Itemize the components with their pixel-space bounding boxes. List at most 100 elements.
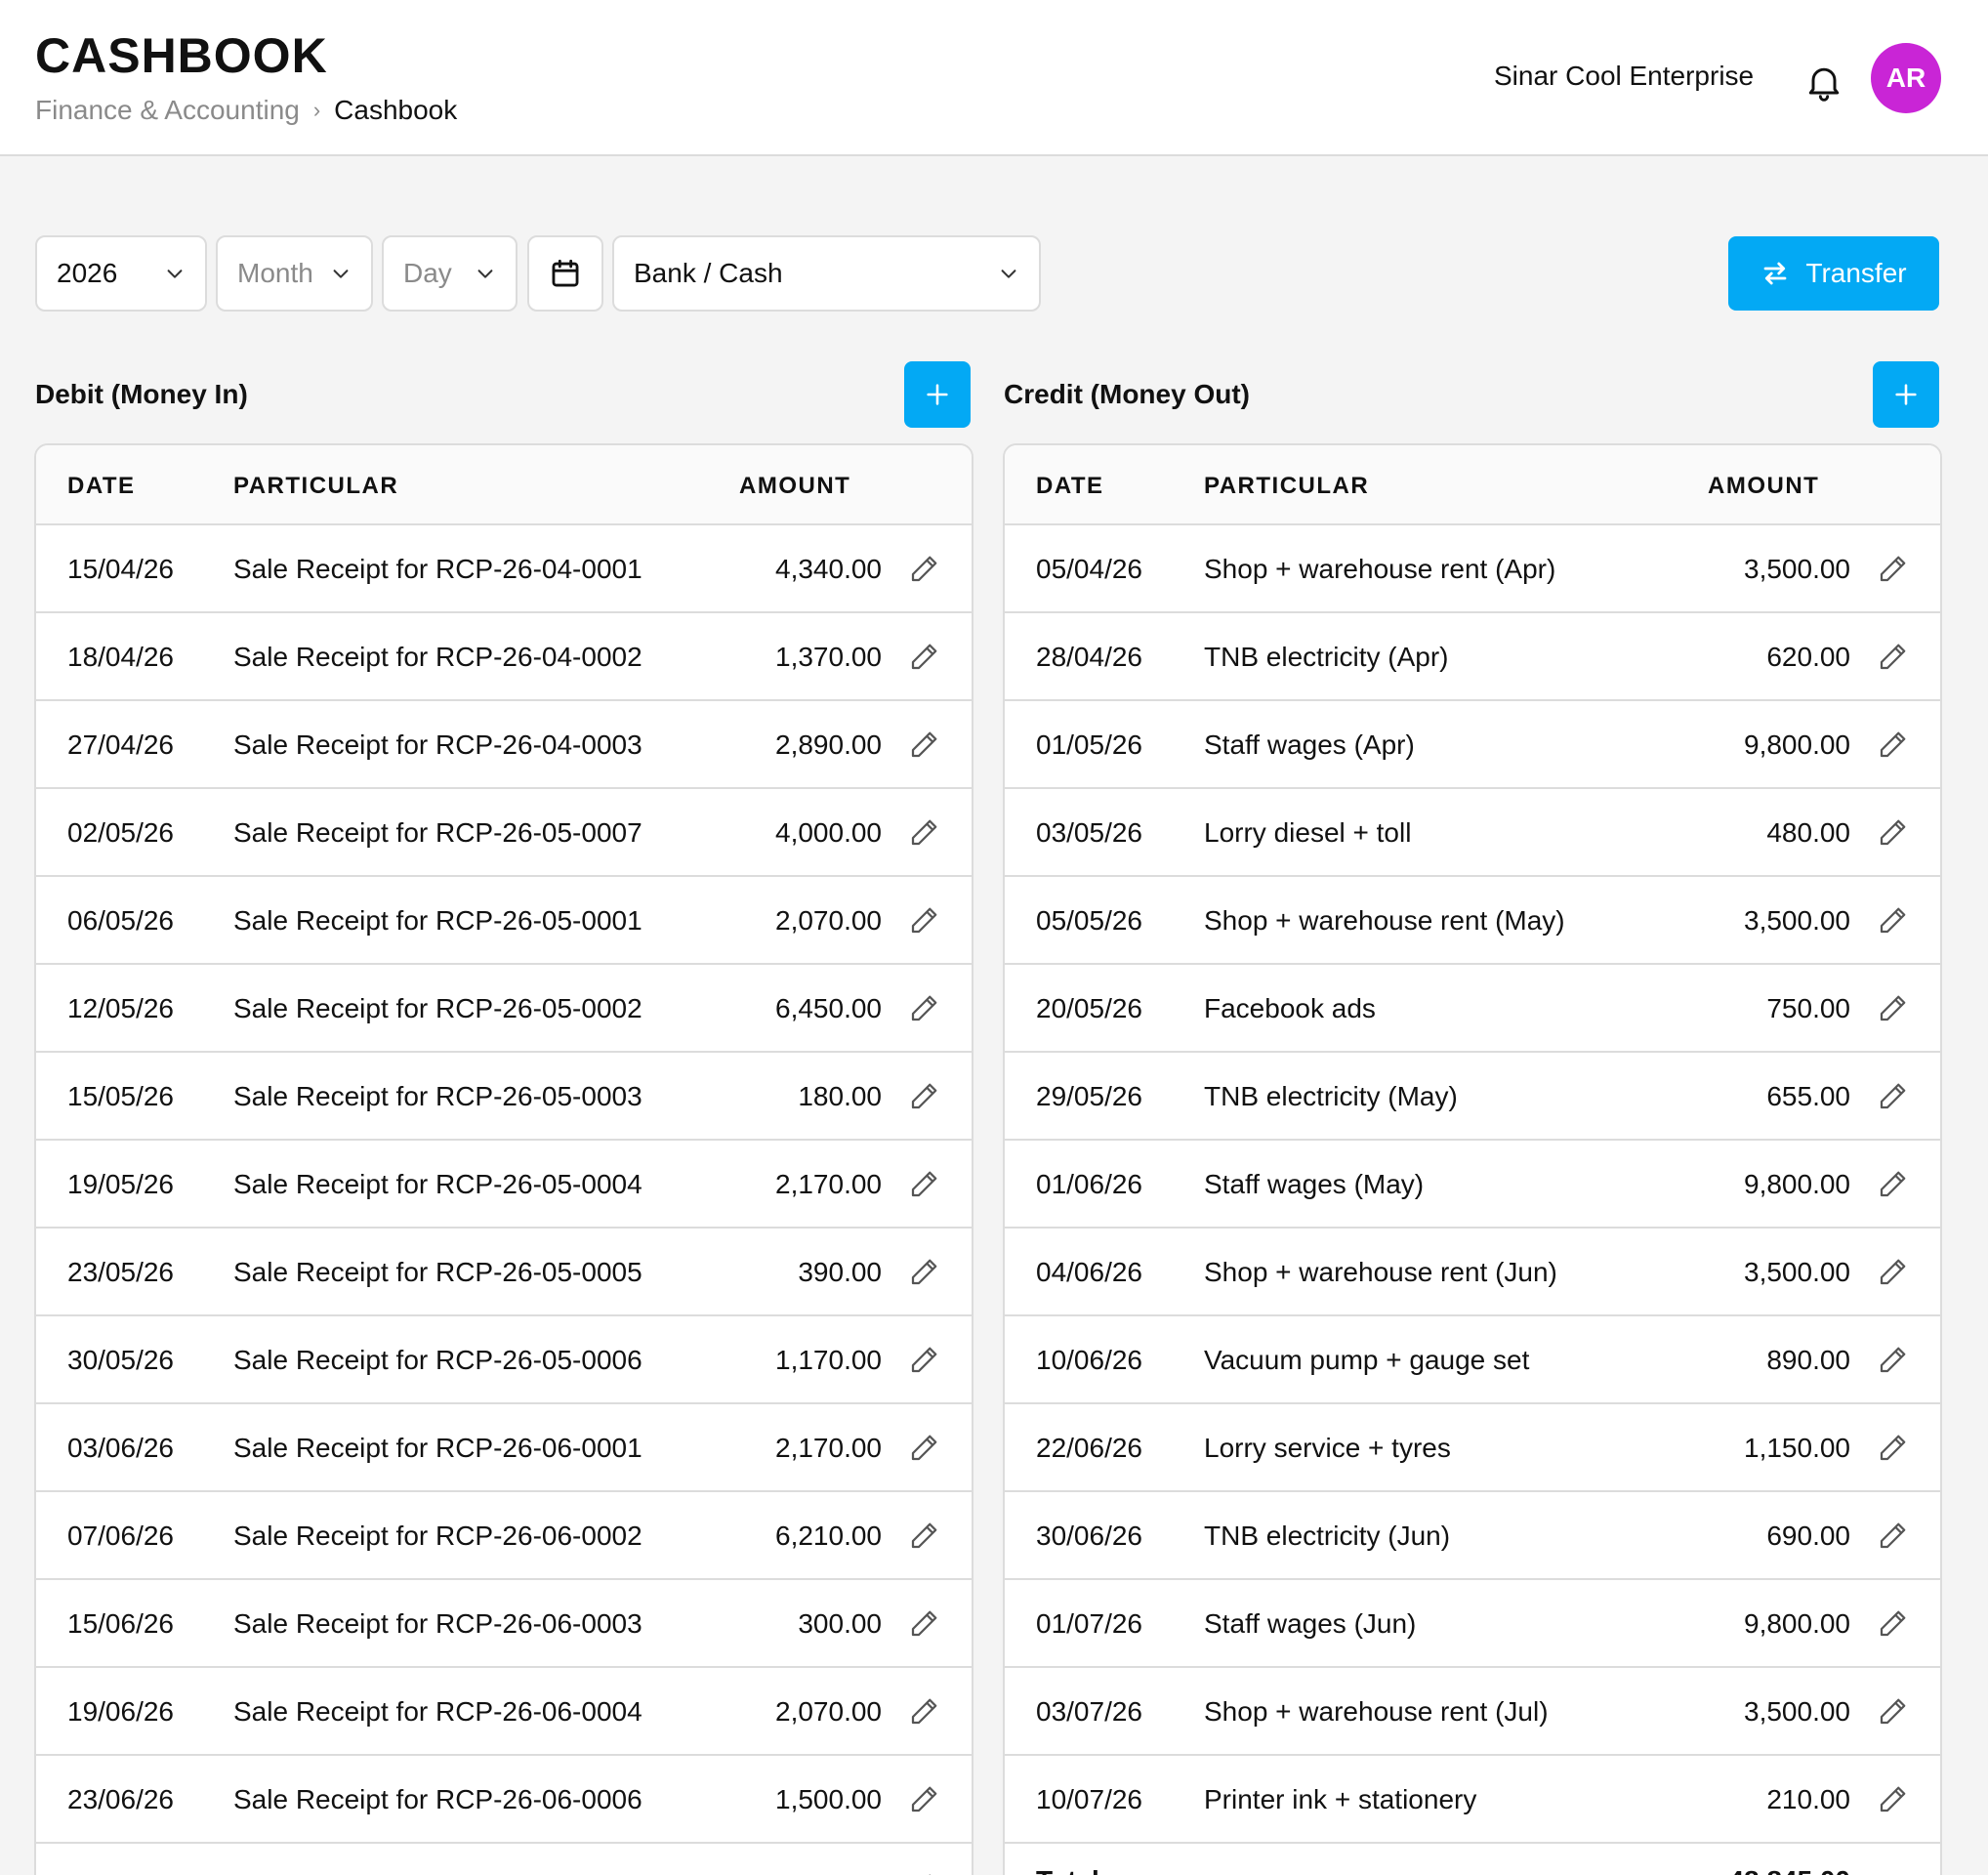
edit-pencil-icon[interactable] xyxy=(1876,902,1911,938)
company-name[interactable]: Sinar Cool Enterprise xyxy=(1494,61,1754,92)
row-amount: 4,340.00 xyxy=(775,554,882,584)
add-credit-button[interactable] xyxy=(1873,361,1939,428)
table-row[interactable]: 20/05/26 Facebook ads 750.00 xyxy=(1005,965,1940,1053)
column-header-amount: AMOUNT xyxy=(1708,473,1820,499)
row-date: 19/05/26 xyxy=(67,1169,174,1199)
credit-rows: 05/04/26 Shop + warehouse rent (Apr) 3,500… xyxy=(1005,525,1940,1844)
table-row[interactable]: 03/07/26 Shop + warehouse rent (Jul) 3,500… xyxy=(1005,1668,1940,1756)
table-row[interactable]: 23/06/26 Sale Receipt for RCP-26-06-0006 1… xyxy=(36,1756,972,1844)
row-date: 15/04/26 xyxy=(67,554,174,584)
edit-pencil-icon[interactable] xyxy=(907,639,942,674)
table-row[interactable]: 01/07/26 Staff wages (Jun) 9,800.00 xyxy=(1005,1580,1940,1668)
table-row[interactable]: 19/05/26 Sale Receipt for RCP-26-05-0004 2… xyxy=(36,1141,972,1229)
year-select-value: 2026 xyxy=(57,258,118,288)
date-picker-button[interactable] xyxy=(527,235,603,312)
edit-pencil-icon[interactable] xyxy=(1876,814,1911,850)
edit-pencil-icon[interactable] xyxy=(907,1078,942,1113)
row-amount: 1,150.00 xyxy=(1744,1433,1850,1463)
transfer-button[interactable]: Transfer xyxy=(1728,236,1939,311)
chevron-down-icon xyxy=(1001,270,1016,278)
edit-pencil-icon[interactable] xyxy=(907,1342,942,1377)
row-date: 10/06/26 xyxy=(1036,1345,1142,1375)
plus-icon xyxy=(1895,384,1917,405)
edit-pencil-icon[interactable] xyxy=(907,1166,942,1201)
edit-pencil-icon[interactable] xyxy=(907,551,942,586)
row-amount: 210.00 xyxy=(1766,1784,1850,1814)
edit-pencil-icon[interactable] xyxy=(1876,1342,1911,1377)
row-amount: 480.00 xyxy=(1766,817,1850,848)
edit-pencil-icon[interactable] xyxy=(907,1605,942,1641)
edit-pencil-icon[interactable] xyxy=(1876,1078,1911,1113)
edit-pencil-icon[interactable] xyxy=(1876,639,1911,674)
table-row[interactable]: 15/05/26 Sale Receipt for RCP-26-05-0003 1… xyxy=(36,1053,972,1141)
row-amount: 1,370.00 xyxy=(775,642,882,672)
notification-bell-icon[interactable] xyxy=(1802,61,1845,104)
table-row[interactable]: 03/06/26 Sale Receipt for RCP-26-06-0001 2… xyxy=(36,1404,972,1492)
table-row[interactable]: 05/05/26 Shop + warehouse rent (May) 3,500… xyxy=(1005,877,1940,965)
edit-pencil-icon[interactable] xyxy=(1876,1518,1911,1553)
edit-pencil-icon[interactable] xyxy=(907,814,942,850)
row-amount: 390.00 xyxy=(798,1257,882,1287)
debit-total-row xyxy=(36,1844,972,1875)
edit-pencil-icon[interactable] xyxy=(1876,727,1911,762)
edit-pencil-icon[interactable] xyxy=(907,1254,942,1289)
edit-pencil-icon[interactable] xyxy=(1876,1430,1911,1465)
credit-total-row: Total 48,845.00 xyxy=(1005,1844,1940,1875)
row-date: 01/07/26 xyxy=(1036,1608,1142,1639)
breadcrumb-current: Cashbook xyxy=(334,95,458,125)
table-row[interactable]: 28/04/26 TNB electricity (Apr) 620.00 xyxy=(1005,613,1940,701)
edit-pencil-icon[interactable] xyxy=(1876,1693,1911,1729)
table-row[interactable]: 07/06/26 Sale Receipt for RCP-26-06-0002 6… xyxy=(36,1492,972,1580)
year-select[interactable]: 2026 xyxy=(35,235,207,312)
table-row[interactable]: 12/05/26 Sale Receipt for RCP-26-05-0002 6… xyxy=(36,965,972,1053)
edit-pencil-icon[interactable] xyxy=(1876,1166,1911,1201)
table-row[interactable]: 29/05/26 TNB electricity (May) 655.00 xyxy=(1005,1053,1940,1141)
table-row[interactable]: 04/06/26 Shop + warehouse rent (Jun) 3,500… xyxy=(1005,1229,1940,1316)
table-row[interactable]: 18/04/26 Sale Receipt for RCP-26-04-0002 1… xyxy=(36,613,972,701)
row-date: 10/07/26 xyxy=(1036,1784,1142,1814)
table-row[interactable]: 05/04/26 Shop + warehouse rent (Apr) 3,500… xyxy=(1005,525,1940,613)
user-avatar[interactable]: AR xyxy=(1871,43,1941,113)
table-row[interactable]: 19/06/26 Sale Receipt for RCP-26-06-0004 2… xyxy=(36,1668,972,1756)
table-row[interactable]: 02/05/26 Sale Receipt for RCP-26-05-0007 4… xyxy=(36,789,972,877)
row-date: 15/06/26 xyxy=(67,1608,174,1639)
table-row[interactable]: 30/05/26 Sale Receipt for RCP-26-05-0006 1… xyxy=(36,1316,972,1404)
edit-pencil-icon[interactable] xyxy=(907,1518,942,1553)
row-particular: Sale Receipt for RCP-26-04-0002 xyxy=(233,642,642,672)
edit-pencil-icon[interactable] xyxy=(907,1781,942,1816)
month-select[interactable]: Month xyxy=(216,235,373,312)
edit-pencil-icon[interactable] xyxy=(907,727,942,762)
edit-pencil-icon[interactable] xyxy=(907,1869,942,1875)
day-select[interactable]: Day xyxy=(382,235,518,312)
row-date: 05/05/26 xyxy=(1036,905,1142,936)
breadcrumb-parent-link[interactable]: Finance & Accounting xyxy=(35,95,300,126)
add-debit-button[interactable] xyxy=(904,361,971,428)
breadcrumb-separator-icon: › xyxy=(312,98,321,122)
account-select[interactable]: Bank / Cash xyxy=(612,235,1041,312)
edit-pencil-icon[interactable] xyxy=(907,1430,942,1465)
table-row[interactable]: 01/06/26 Staff wages (May) 9,800.00 xyxy=(1005,1141,1940,1229)
edit-pencil-icon[interactable] xyxy=(907,990,942,1025)
table-row[interactable]: 27/04/26 Sale Receipt for RCP-26-04-0003 2… xyxy=(36,701,972,789)
edit-pencil-icon[interactable] xyxy=(907,902,942,938)
table-row[interactable]: 06/05/26 Sale Receipt for RCP-26-05-0001 2… xyxy=(36,877,972,965)
table-row[interactable]: 10/06/26 Vacuum pump + gauge set 890.00 xyxy=(1005,1316,1940,1404)
row-particular: Sale Receipt for RCP-26-05-0007 xyxy=(233,817,642,848)
edit-pencil-icon[interactable] xyxy=(907,1693,942,1729)
edit-pencil-icon[interactable] xyxy=(1876,1605,1911,1641)
table-row[interactable]: 03/05/26 Lorry diesel + toll 480.00 xyxy=(1005,789,1940,877)
credit-table-header: DATE PARTICULAR AMOUNT xyxy=(1005,445,1940,525)
edit-pencil-icon[interactable] xyxy=(1876,1254,1911,1289)
table-row[interactable]: 15/04/26 Sale Receipt for RCP-26-04-0001 4… xyxy=(36,525,972,613)
edit-pencil-icon[interactable] xyxy=(1876,990,1911,1025)
table-row[interactable]: 22/06/26 Lorry service + tyres 1,150.00 xyxy=(1005,1404,1940,1492)
row-amount: 2,890.00 xyxy=(775,729,882,760)
table-row[interactable]: 23/05/26 Sale Receipt for RCP-26-05-0005 3… xyxy=(36,1229,972,1316)
table-row[interactable]: 30/06/26 TNB electricity (Jun) 690.00 xyxy=(1005,1492,1940,1580)
table-row[interactable]: 01/05/26 Staff wages (Apr) 9,800.00 xyxy=(1005,701,1940,789)
edit-pencil-icon[interactable] xyxy=(1876,551,1911,586)
row-particular: Sale Receipt for RCP-26-04-0003 xyxy=(233,729,642,760)
table-row[interactable]: 10/07/26 Printer ink + stationery 210.00 xyxy=(1005,1756,1940,1844)
table-row[interactable]: 15/06/26 Sale Receipt for RCP-26-06-0003 3… xyxy=(36,1580,972,1668)
edit-pencil-icon[interactable] xyxy=(1876,1781,1911,1816)
